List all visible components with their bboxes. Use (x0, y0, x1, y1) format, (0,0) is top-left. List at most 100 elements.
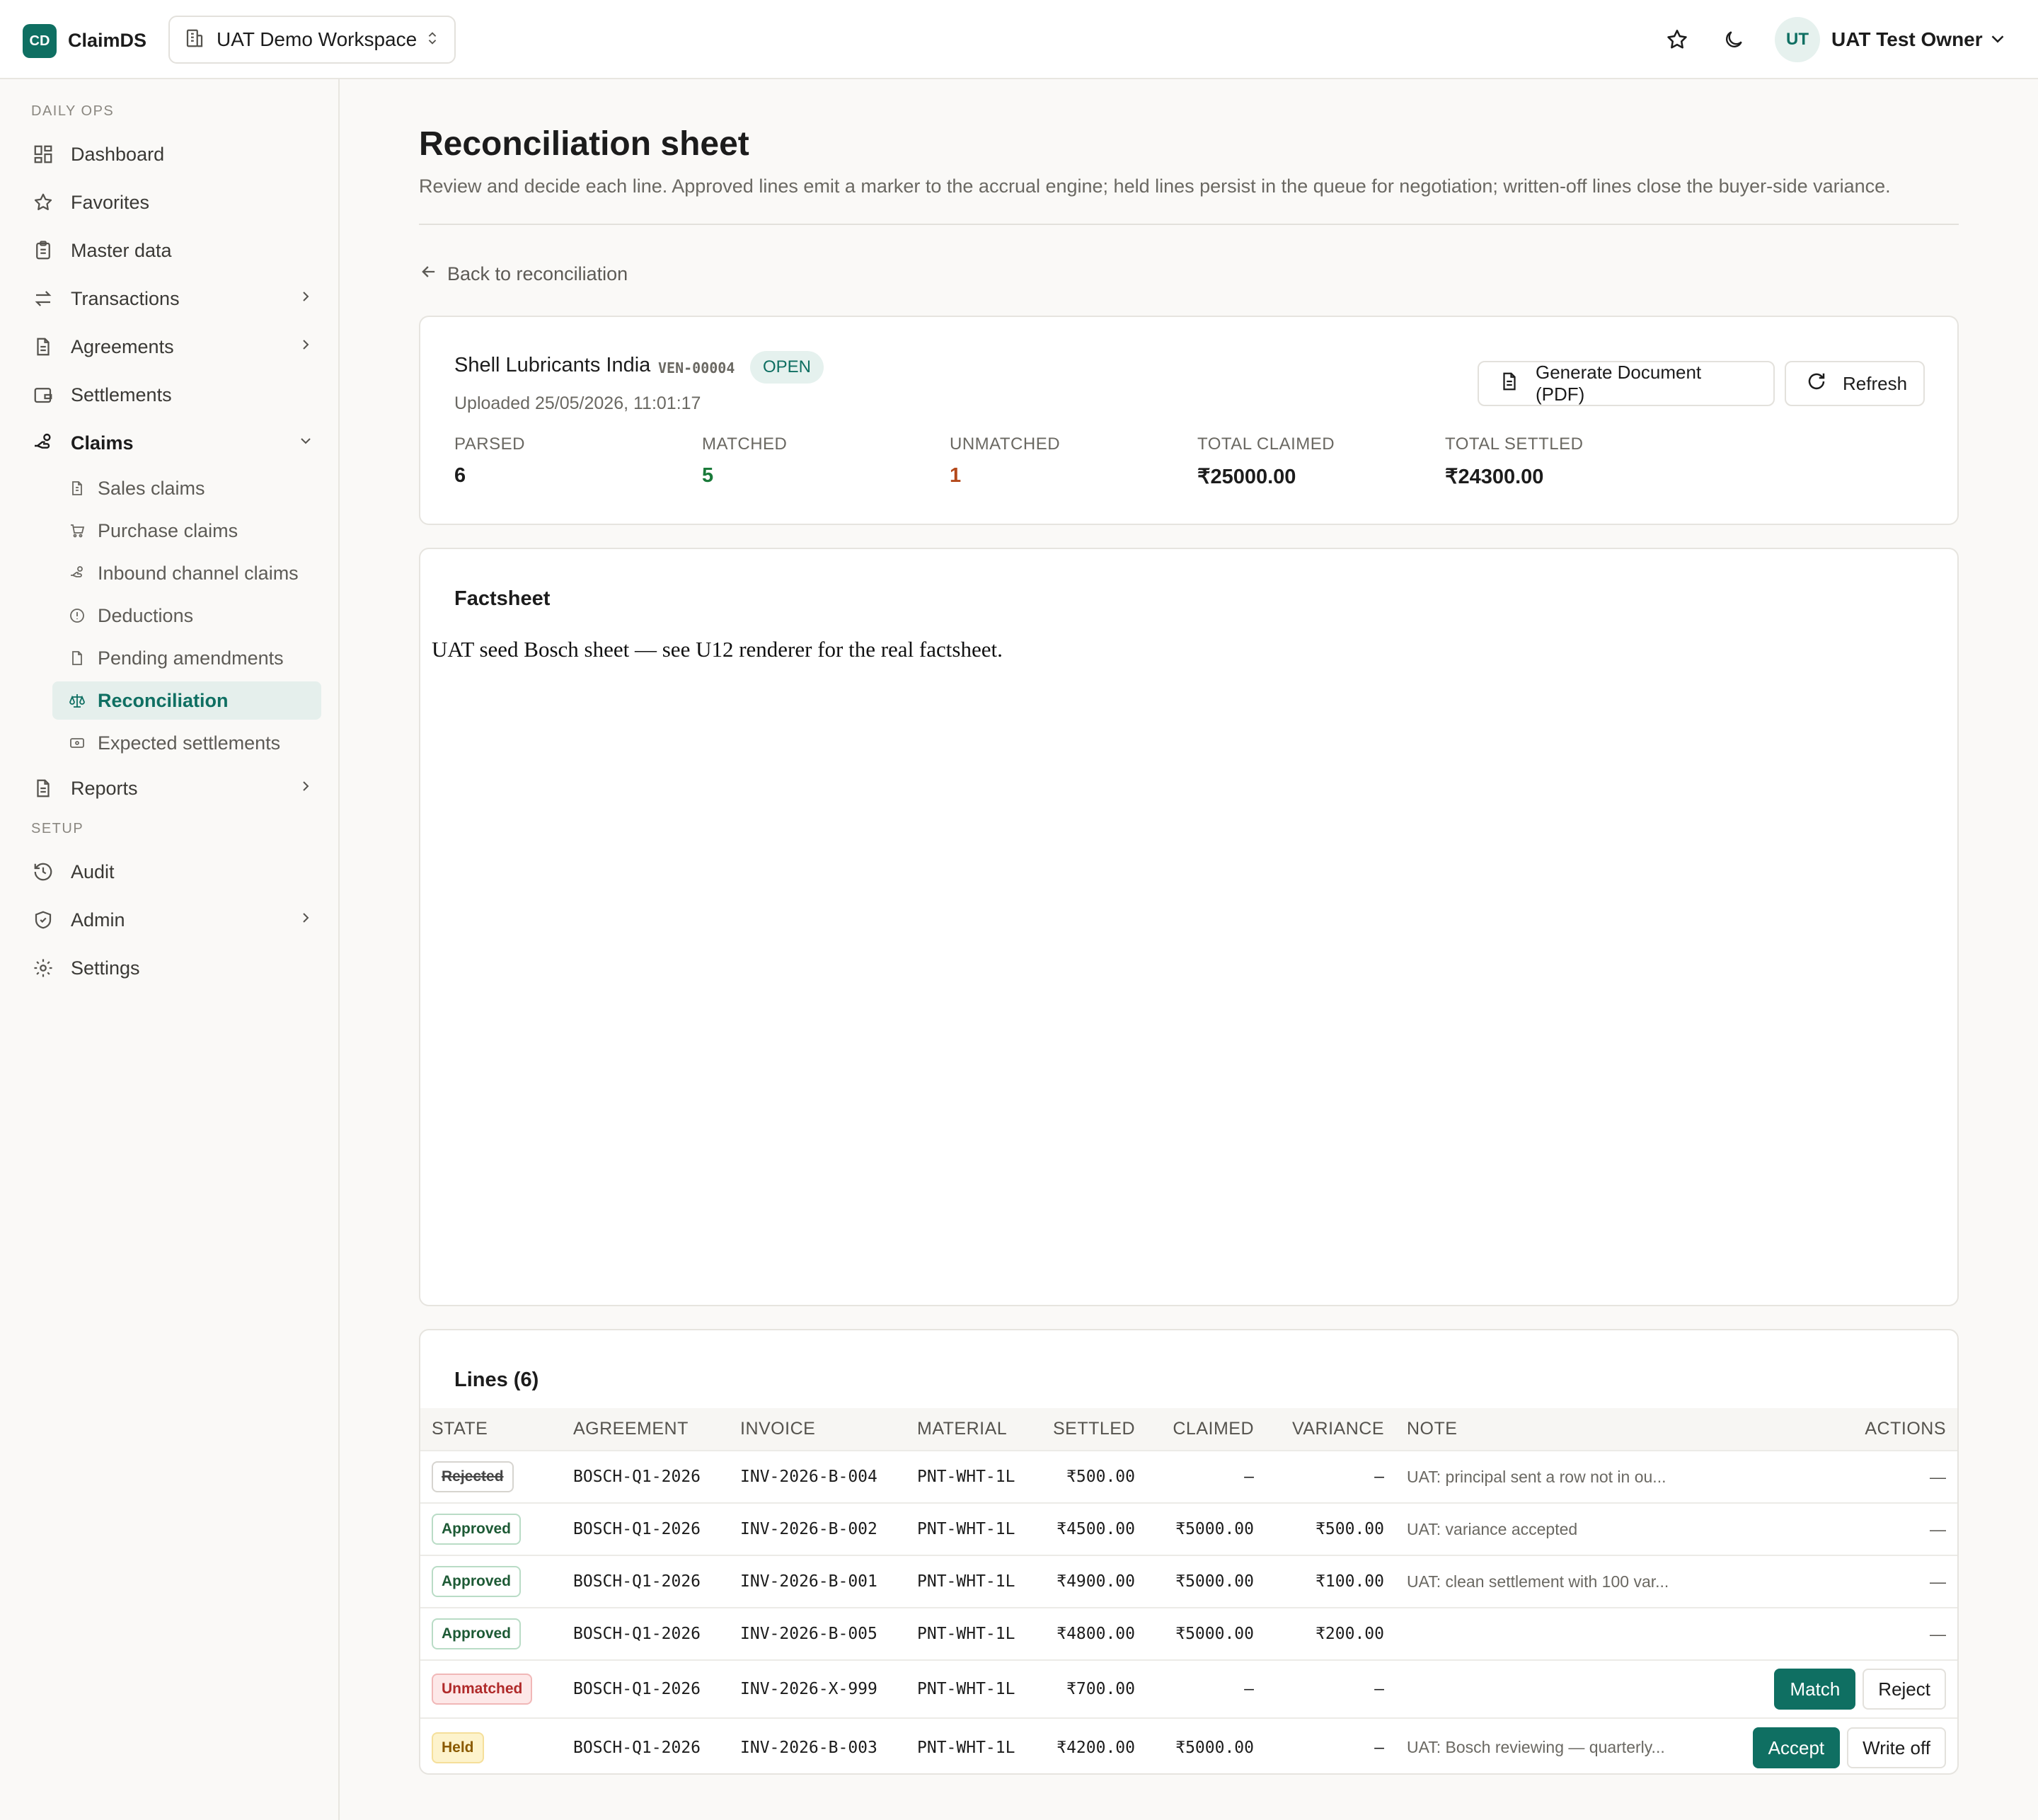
cell-claimed: ₹5000.00 (1146, 1555, 1265, 1608)
cell-settled: ₹4800.00 (1033, 1607, 1146, 1660)
shield-check-icon (31, 908, 55, 932)
chevron-down-icon (297, 432, 314, 454)
sidebar-sub-reconciliation[interactable]: Reconciliation (52, 681, 321, 720)
cell-agreement: BOSCH-Q1-2026 (562, 1450, 729, 1503)
table-row: Approved BOSCH-Q1-2026 INV-2026-B-005 PN… (420, 1607, 1957, 1660)
cell-agreement: BOSCH-Q1-2026 (562, 1659, 729, 1718)
sidebar-item-admin[interactable]: Admin (31, 900, 314, 940)
sidebar-item-claims[interactable]: Claims (31, 423, 314, 463)
cell-material: PNT-WHT-1L (906, 1607, 1033, 1660)
cell-variance: – (1265, 1450, 1395, 1503)
cell-material: PNT-WHT-1L (906, 1555, 1033, 1608)
cell-claimed: ₹5000.00 (1146, 1502, 1265, 1555)
sidebar-item-dashboard[interactable]: Dashboard (31, 134, 314, 174)
cell-material: PNT-WHT-1L (906, 1717, 1033, 1773)
hand-coins-icon (67, 563, 88, 584)
sidebar-item-label: Dashboard (71, 143, 165, 165)
sidebar-item-master-data[interactable]: Master data (31, 231, 314, 270)
sidebar-item-reports[interactable]: Reports (31, 768, 314, 808)
sidebar-sub-label: Pending amendments (98, 647, 284, 669)
chevron-down-icon[interactable] (1987, 28, 2008, 53)
sidebar-item-transactions[interactable]: Transactions (31, 279, 314, 318)
sidebar-sub-pending-amendments[interactable]: Pending amendments (52, 639, 321, 677)
dashboard-icon (31, 142, 55, 166)
state-badge: Unmatched (432, 1674, 533, 1705)
sidebar-sub-purchase-claims[interactable]: Purchase claims (52, 512, 321, 550)
file-text-icon (31, 335, 55, 359)
sidebar-sub-deductions[interactable]: Deductions (52, 597, 321, 635)
accept-button[interactable]: Accept (1752, 1727, 1841, 1768)
sidebar-sub-label: Deductions (98, 604, 194, 626)
sidebar-sub-inbound-claims[interactable]: Inbound channel claims (52, 554, 321, 592)
app-logo[interactable]: CD (23, 24, 57, 58)
sidebar-item-audit[interactable]: Audit (31, 852, 314, 892)
app-name[interactable]: ClaimDS (68, 30, 146, 52)
back-link-label: Back to reconciliation (447, 263, 628, 284)
cell-settled: ₹500.00 (1033, 1450, 1146, 1503)
sidebar-sub-sales-claims[interactable]: Sales claims (52, 469, 321, 507)
cell-variance: – (1265, 1717, 1395, 1773)
col-state: STATE (420, 1408, 562, 1451)
cell-invoice: INV-2026-B-002 (729, 1502, 906, 1555)
cell-note (1395, 1607, 1707, 1660)
col-material: MATERIAL (906, 1408, 1033, 1451)
refresh-button[interactable]: Refresh (1785, 361, 1925, 406)
cell-material: PNT-WHT-1L (906, 1502, 1033, 1555)
file-icon (1499, 371, 1536, 397)
scale-icon (67, 690, 88, 711)
generate-document-label: Generate Document (PDF) (1536, 362, 1702, 405)
cell-note (1395, 1659, 1707, 1718)
cell-actions: Accept Write off (1707, 1717, 1957, 1773)
cell-claimed: – (1146, 1659, 1265, 1718)
sidebar-item-agreements[interactable]: Agreements (31, 327, 314, 367)
cell-actions: — (1707, 1607, 1957, 1660)
workspace-selector[interactable]: UAT Demo Workspace (168, 16, 456, 64)
cell-invoice: INV-2026-X-999 (729, 1659, 906, 1718)
sidebar-item-label: Audit (71, 860, 115, 882)
chevron-right-icon (297, 778, 314, 800)
cell-agreement: BOSCH-Q1-2026 (562, 1607, 729, 1660)
stat-value: 6 (454, 464, 466, 487)
cell-note: UAT: principal sent a row not in ou... (1395, 1450, 1707, 1503)
col-agreement: AGREEMENT (562, 1408, 729, 1451)
top-bar: CD ClaimDS UAT Demo Workspace UT UAT Tes… (0, 0, 2038, 79)
generate-document-button[interactable]: Generate Document (PDF) (1478, 361, 1775, 406)
user-name[interactable]: UAT Test Owner (1831, 28, 1983, 51)
sidebar-sub-expected-settlements[interactable]: Expected settlements (52, 724, 321, 762)
table-row: Held BOSCH-Q1-2026 INV-2026-B-003 PNT-WH… (420, 1717, 1957, 1773)
workspace-name: UAT Demo Workspace (217, 28, 418, 50)
page-title: Reconciliation sheet (419, 125, 749, 163)
cell-settled: ₹4900.00 (1033, 1555, 1146, 1608)
wallet-icon (31, 383, 55, 407)
theme-moon-icon[interactable] (1718, 24, 1749, 55)
cell-agreement: BOSCH-Q1-2026 (562, 1717, 729, 1773)
sidebar-item-label: Claims (71, 432, 134, 454)
write-off-button[interactable]: Write off (1847, 1727, 1946, 1768)
history-icon (31, 860, 55, 884)
stat-value: 5 (702, 464, 714, 487)
sidebar-item-label: Transactions (71, 287, 180, 309)
stat-unmatched: UNMATCHED 1 (950, 434, 1060, 488)
sidebar-item-favorites[interactable]: Favorites (31, 183, 314, 222)
banknote-icon (67, 732, 88, 754)
clipboard-icon (31, 238, 55, 263)
avatar[interactable]: UT (1775, 17, 1820, 62)
state-badge: Held (432, 1732, 484, 1763)
receipt-icon (67, 478, 88, 499)
uploaded-timestamp: Uploaded 25/05/2026, 11:01:17 (454, 393, 701, 413)
factsheet-card: Factsheet UAT seed Bosch sheet — see U12… (419, 548, 1959, 1306)
match-button[interactable]: Match (1774, 1669, 1856, 1710)
favorite-star-icon[interactable] (1662, 24, 1693, 55)
cell-note: UAT: Bosch reviewing — quarterly... (1395, 1717, 1707, 1773)
page-description: Review and decide each line. Approved li… (419, 175, 1891, 197)
state-badge: Approved (432, 1618, 522, 1649)
cell-note: UAT: clean settlement with 100 var... (1395, 1555, 1707, 1608)
reject-button[interactable]: Reject (1863, 1669, 1946, 1710)
stat-value: ₹24300.00 (1445, 466, 1544, 488)
table-row: Unmatched BOSCH-Q1-2026 INV-2026-X-999 P… (420, 1659, 1957, 1718)
sidebar: DAILY OPS Dashboard Favorites Master dat… (0, 79, 340, 1820)
back-to-reconciliation-link[interactable]: Back to reconciliation (419, 262, 628, 287)
sidebar-item-settings[interactable]: Settings (31, 948, 314, 988)
stat-label: UNMATCHED (950, 434, 1061, 454)
sidebar-item-settlements[interactable]: Settlements (31, 375, 314, 415)
